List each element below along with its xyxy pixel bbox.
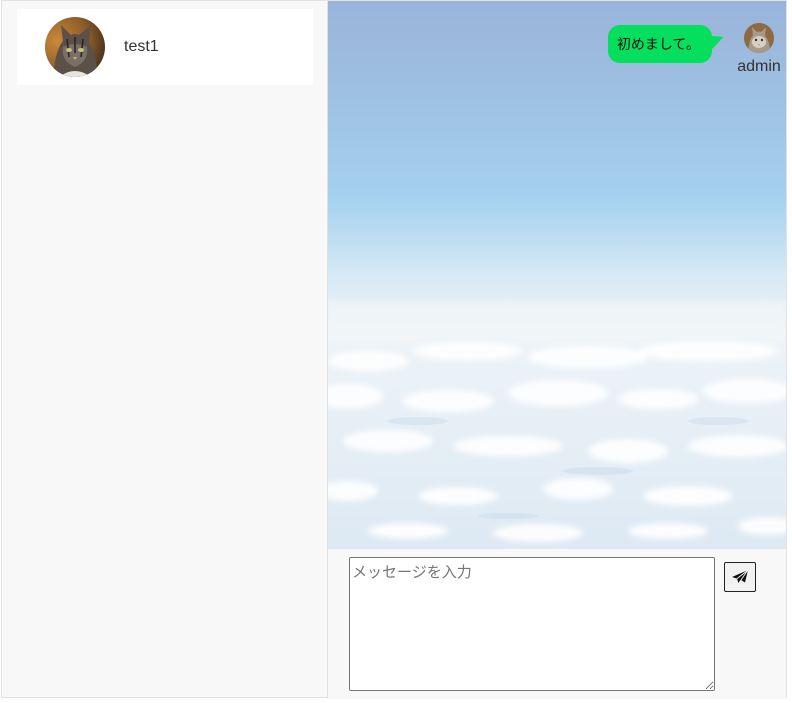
user-list-item[interactable]: test1 (17, 9, 313, 85)
message-composer (328, 549, 786, 699)
message-bubble: 初めまして。 (607, 25, 712, 63)
cat-avatar-image (45, 17, 105, 77)
message-input[interactable] (349, 557, 715, 691)
sender-avatar (744, 23, 774, 53)
message-sender: admin (734, 23, 784, 76)
chat-panel: 初めまして。 admin (328, 1, 786, 699)
sky-background-image (328, 1, 786, 549)
user-name: test1 (124, 38, 159, 55)
user-list-sidebar: test1 (2, 1, 328, 697)
sender-name: admin (737, 58, 781, 75)
user-avatar (45, 17, 105, 77)
paper-plane-icon (732, 569, 749, 584)
cat-avatar-image (744, 23, 774, 53)
send-button[interactable] (724, 562, 756, 592)
chat-app: test1 初めまして。 admin メッセージを入力 (1, 0, 787, 699)
message-row: 初めまして。 admin (586, 23, 786, 83)
